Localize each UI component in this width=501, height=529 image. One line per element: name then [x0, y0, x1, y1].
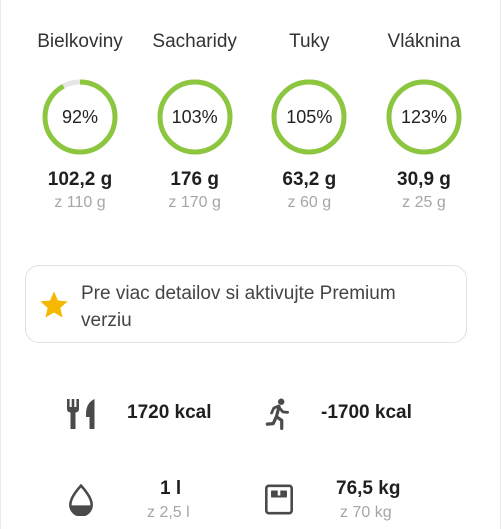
- weight-summary[interactable]: 76,5 kg z 70 kg: [250, 470, 490, 529]
- macro-value: 30,9 g: [397, 169, 451, 190]
- macro-value: 176 g: [170, 169, 219, 190]
- macro-fat[interactable]: Tuky 105% 63,2 g z 60 g: [253, 30, 365, 214]
- fork-knife-icon: [67, 399, 95, 429]
- water-value: 1 l: [160, 478, 182, 499]
- running-icon: [265, 398, 289, 430]
- scale-icon: [265, 484, 293, 515]
- macro-carbs[interactable]: Sacharidy 103% 176 g z 170 g: [139, 30, 251, 214]
- exercise-kcal-value: -1700 kcal: [321, 402, 412, 423]
- macro-percent: 123%: [400, 107, 447, 127]
- macro-value: 102,2 g: [47, 169, 113, 190]
- progress-ring: 92%: [40, 77, 120, 157]
- macro-label: Tuky: [289, 31, 330, 52]
- weight-value: 76,5 kg: [336, 478, 401, 499]
- food-kcal-value: 1720 kcal: [127, 402, 212, 423]
- water-summary[interactable]: 1 l z 2,5 l: [0, 470, 240, 529]
- premium-promo-text: Pre viac detailov si aktivujte Premium v…: [81, 283, 396, 331]
- macro-label: Bielkoviny: [37, 31, 123, 52]
- star-icon: [40, 291, 68, 318]
- macro-target: z 170 g: [168, 194, 221, 211]
- macro-percent: 105%: [286, 107, 333, 127]
- macro-value: 63,2 g: [282, 169, 337, 190]
- progress-ring: 123%: [384, 77, 464, 157]
- macro-target: z 25 g: [402, 194, 446, 211]
- progress-ring: 103%: [155, 77, 235, 157]
- left-border: [0, 0, 1, 529]
- macro-label: Sacharidy: [152, 31, 237, 52]
- macro-percent: 103%: [171, 107, 218, 127]
- food-summary[interactable]: 1720 kcal: [0, 390, 240, 438]
- premium-banner[interactable]: Pre viac detailov si aktivujte Premium v…: [25, 265, 467, 343]
- macro-target: z 60 g: [287, 194, 332, 211]
- macro-summary: Bielkoviny 92% 102,2 g z 110 g Sacharidy…: [24, 30, 480, 214]
- water-drop-icon: [69, 484, 93, 516]
- weight-target: z 70 kg: [340, 504, 392, 521]
- macro-percent: 92%: [61, 107, 99, 127]
- macro-protein[interactable]: Bielkoviny 92% 102,2 g z 110 g: [24, 30, 136, 214]
- water-target: z 2,5 l: [147, 504, 190, 521]
- macro-target: z 110 g: [54, 194, 106, 211]
- macro-label: Vláknina: [387, 31, 461, 52]
- macro-fiber[interactable]: Vláknina 123% 30,9 g z 25 g: [368, 30, 480, 214]
- exercise-summary[interactable]: -1700 kcal: [250, 390, 490, 438]
- progress-ring: 105%: [269, 77, 349, 157]
